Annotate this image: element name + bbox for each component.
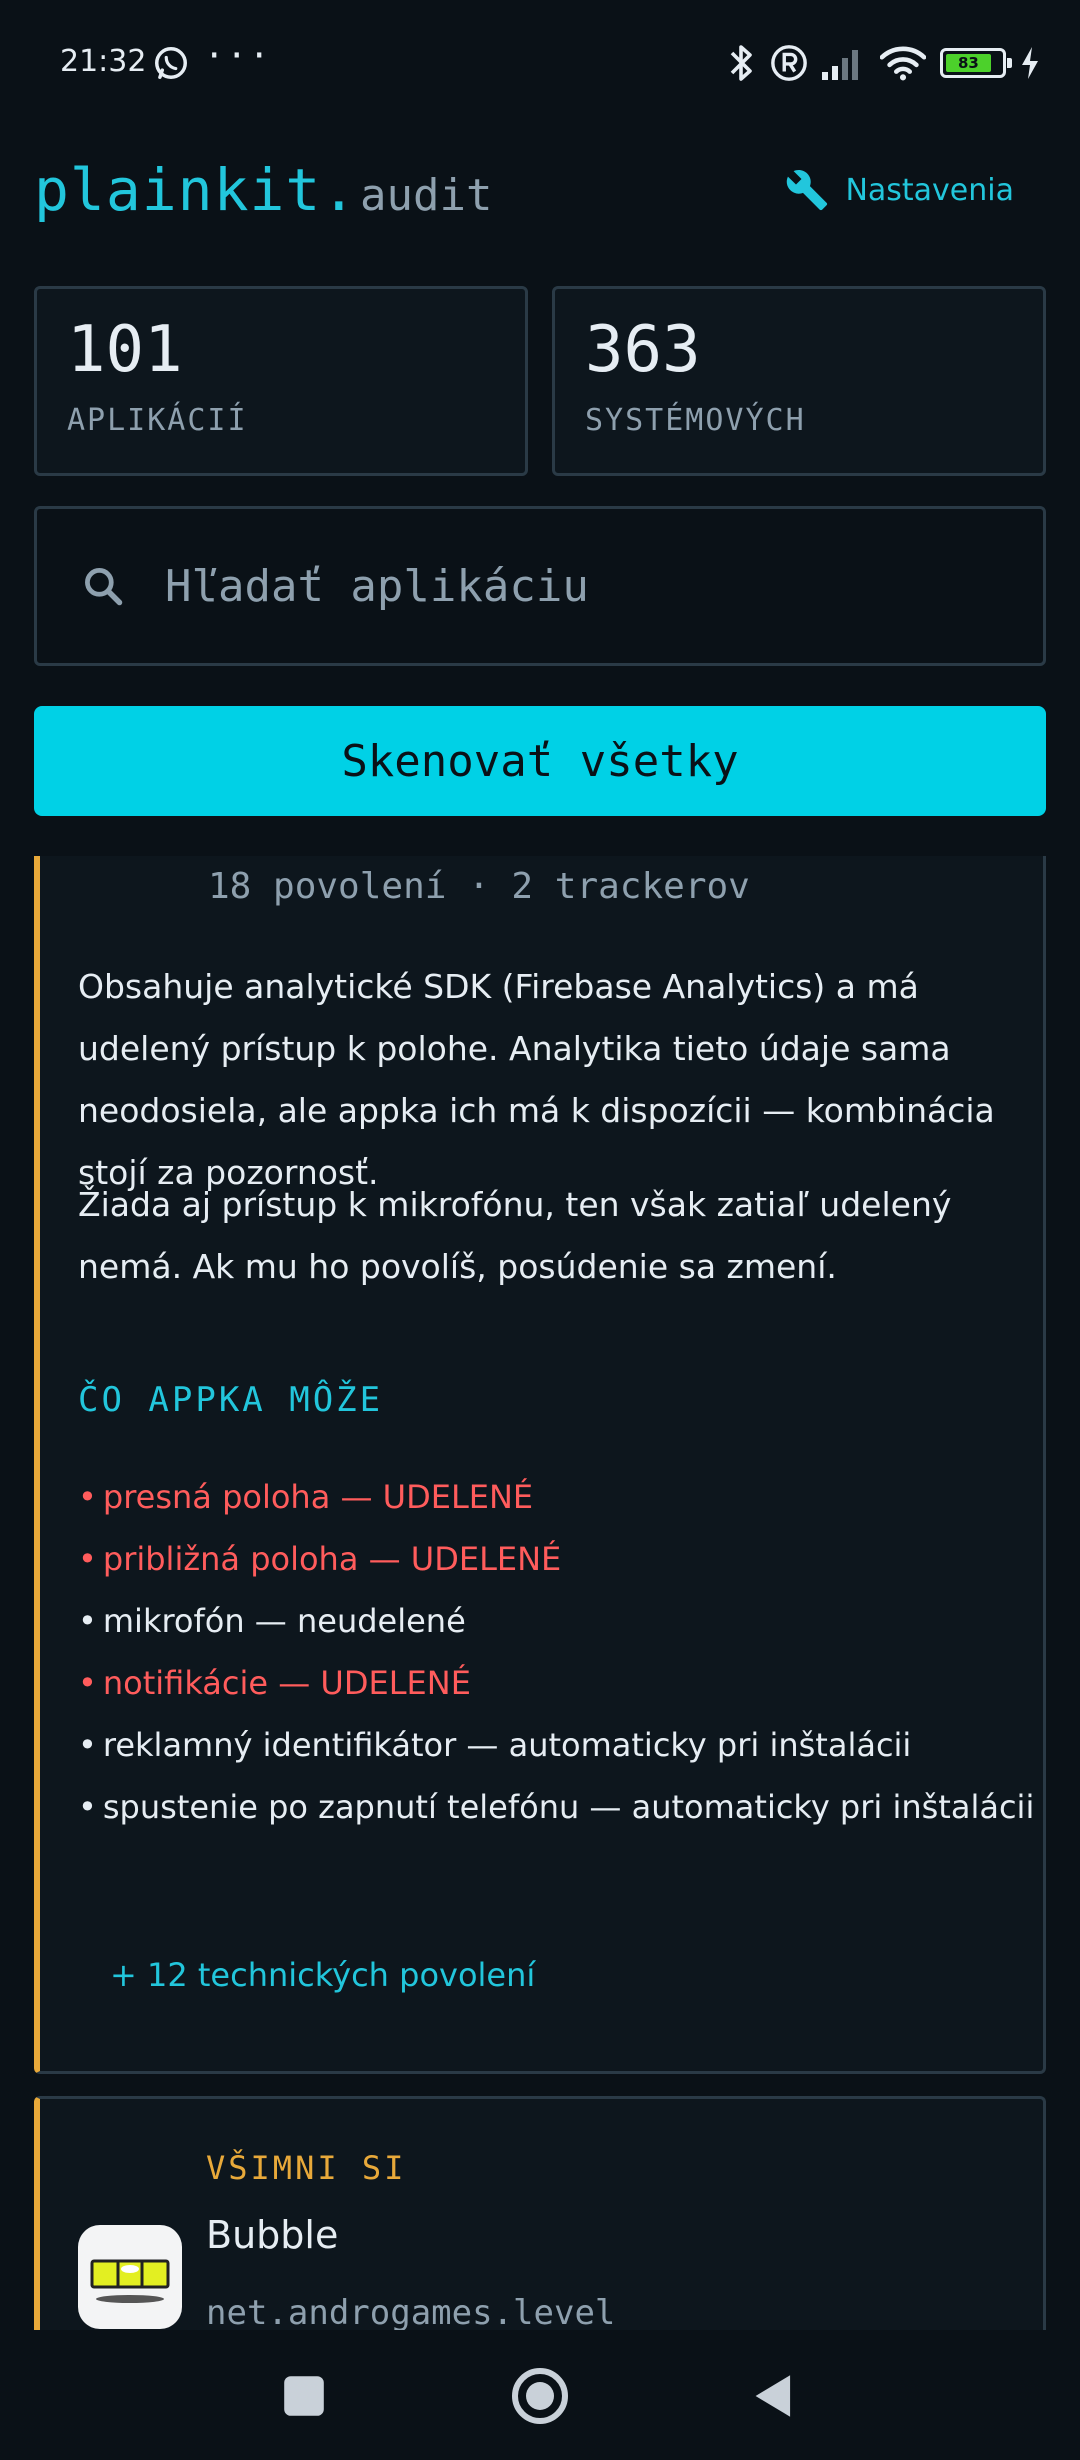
wrench-icon <box>787 170 828 211</box>
stat-apps-value: 101 <box>67 313 183 387</box>
back-icon <box>755 2375 791 2417</box>
permission-list: • presná poloha — UDELENÉ • približná polo… <box>78 1466 1038 1838</box>
status-icons: 83 <box>728 40 1040 86</box>
description-paragraph: Žiada aj prístup k mikrofónu, ten však z… <box>78 1185 952 1286</box>
notice-card[interactable]: VŠIMNI SI Bubble net.androgames.level <box>34 2096 1046 2346</box>
app-header: plainkit. audit Nastavenia <box>0 150 1080 240</box>
search-box[interactable] <box>34 506 1046 666</box>
section-title: ČO APPKA MÔŽE <box>78 1380 384 1420</box>
stat-system-value: 363 <box>585 313 701 387</box>
stat-apps: 101 APLIKÁCIÍ <box>34 286 528 476</box>
spirit-level-icon <box>90 2259 170 2303</box>
app-detail-card: 18 povolení · 2 trackerov Obsahuje analy… <box>34 856 1046 2074</box>
whatsapp-icon <box>155 47 187 79</box>
description-paragraph: Obsahuje analytické SDK (Firebase Analyt… <box>78 967 995 1192</box>
app-logo: plainkit. <box>34 156 358 224</box>
registered-icon <box>771 45 807 81</box>
wifi-icon <box>880 46 926 81</box>
status-bar: 21:32 ··· 83 <box>0 0 1080 128</box>
permission-item: • presná poloha — UDELENÉ <box>78 1478 534 1516</box>
search-input[interactable] <box>165 560 985 612</box>
permission-item: • notifikácie — UDELENÉ <box>78 1664 471 1702</box>
app-name: Bubble <box>206 2213 339 2257</box>
stat-apps-label: APLIKÁCIÍ <box>67 403 248 438</box>
scan-all-button[interactable]: Skenovať všetky <box>34 706 1046 816</box>
app-subtitle: audit <box>360 170 493 221</box>
battery-level: 83 <box>946 54 991 72</box>
back-button[interactable] <box>736 2358 812 2434</box>
more-notifications-icon: ··· <box>204 36 272 76</box>
search-icon <box>85 568 123 606</box>
app-package: net.androgames.level <box>206 2293 616 2333</box>
status-time: 21:32 <box>60 44 147 79</box>
more-permissions-link[interactable]: + 12 technických povolení <box>110 1956 535 1994</box>
charging-icon <box>1022 47 1038 79</box>
signal-icon <box>822 50 858 80</box>
permission-item: • mikrofón — neudelené <box>78 1602 466 1640</box>
settings-label: Nastavenia <box>845 172 1014 208</box>
notice-badge: VŠIMNI SI <box>206 2149 407 2187</box>
home-icon <box>512 2368 568 2424</box>
bluetooth-icon <box>730 45 752 81</box>
app-icon <box>78 2225 182 2329</box>
stat-system: 363 SYSTÉMOVÝCH <box>552 286 1046 476</box>
navigation-bar <box>0 2330 1080 2460</box>
app-meta: 18 povolení · 2 trackerov <box>208 866 750 907</box>
permission-item: • reklamný identifikátor — automaticky pr… <box>78 1726 912 1764</box>
permission-item: • približná poloha — UDELENÉ <box>78 1540 562 1578</box>
permission-item: • spustenie po zapnutí telefónu — automat… <box>78 1788 1035 1826</box>
recents-button[interactable] <box>266 2358 342 2434</box>
battery-icon: 83 <box>940 48 1012 78</box>
recents-icon <box>284 2376 324 2416</box>
stat-system-label: SYSTÉMOVÝCH <box>585 403 806 438</box>
home-button[interactable] <box>502 2358 578 2434</box>
settings-button[interactable]: Nastavenia <box>785 168 1014 212</box>
